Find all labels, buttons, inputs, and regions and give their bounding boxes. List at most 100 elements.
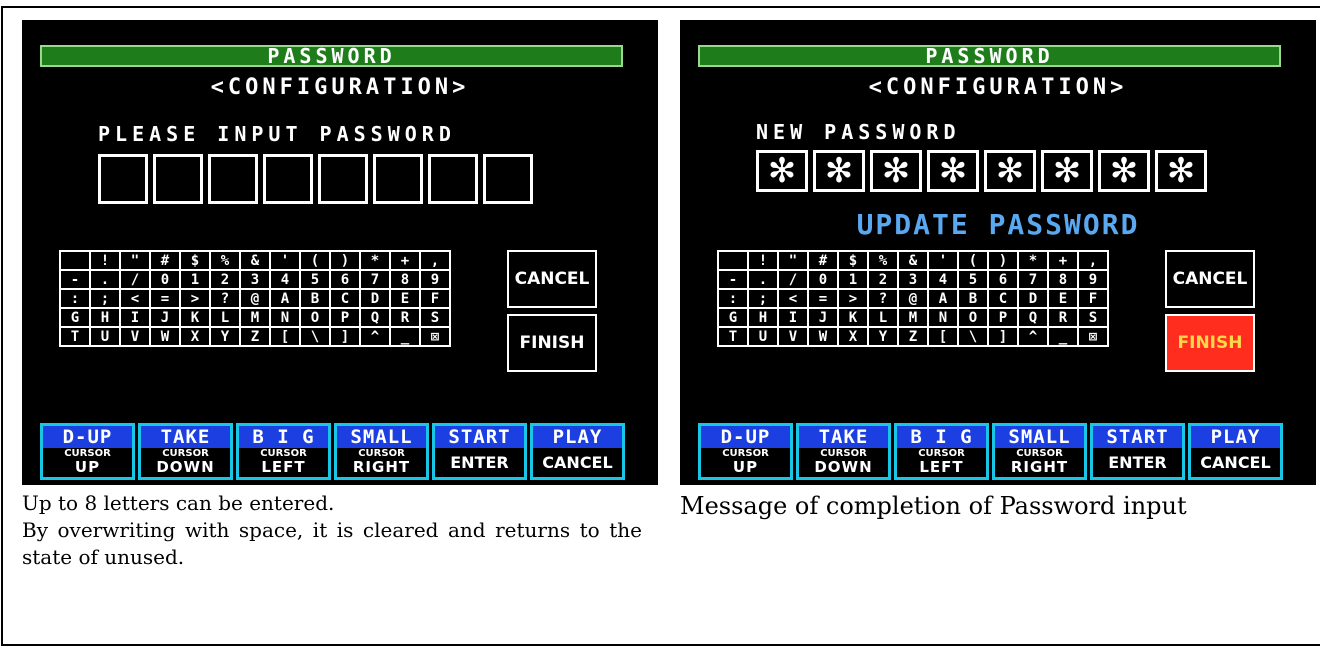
- function-key[interactable]: TAKE CURSOR DOWN: [138, 423, 233, 480]
- keyboard-key[interactable]: -: [717, 269, 749, 290]
- keyboard-key[interactable]: :: [59, 288, 91, 309]
- keyboard-key[interactable]: U: [89, 326, 121, 347]
- keyboard-key[interactable]: ⊠: [1077, 326, 1109, 347]
- keyboard-key[interactable]: .: [89, 269, 121, 290]
- keyboard-key[interactable]: X: [837, 326, 869, 347]
- function-key[interactable]: D-UP CURSOR UP: [40, 423, 135, 480]
- keyboard-key[interactable]: L: [867, 307, 899, 328]
- keyboard-key[interactable]: 9: [1077, 269, 1109, 290]
- function-key[interactable]: TAKE CURSOR DOWN: [796, 423, 891, 480]
- keyboard-key[interactable]: 7: [1017, 269, 1049, 290]
- keyboard-key[interactable]: ?: [209, 288, 241, 309]
- keyboard-key[interactable]: ⊠: [419, 326, 451, 347]
- keyboard-key[interactable]: >: [837, 288, 869, 309]
- keyboard-key[interactable]: _: [389, 326, 421, 347]
- keyboard-key[interactable]: *: [359, 250, 391, 271]
- keyboard-key[interactable]: 2: [209, 269, 241, 290]
- keyboard-key[interactable]: $: [837, 250, 869, 271]
- keyboard-key[interactable]: X: [179, 326, 211, 347]
- keyboard-key[interactable]: 7: [359, 269, 391, 290]
- keyboard-key[interactable]: :: [717, 288, 749, 309]
- keyboard-key[interactable]: G: [717, 307, 749, 328]
- keyboard-key[interactable]: S: [419, 307, 451, 328]
- keyboard-key[interactable]: !: [89, 250, 121, 271]
- keyboard-key[interactable]: _: [1047, 326, 1079, 347]
- keyboard-key[interactable]: *: [1017, 250, 1049, 271]
- keyboard-key[interactable]: ": [777, 250, 809, 271]
- function-key[interactable]: D-UP CURSOR UP: [698, 423, 793, 480]
- function-key[interactable]: START ENTER: [432, 423, 527, 480]
- keyboard-key[interactable]: H: [747, 307, 779, 328]
- keyboard-key[interactable]: P: [987, 307, 1019, 328]
- keyboard-key[interactable]: 5: [957, 269, 989, 290]
- keyboard-key[interactable]: 2: [867, 269, 899, 290]
- function-key[interactable]: B I G CURSOR LEFT: [894, 423, 989, 480]
- keyboard-key[interactable]: D: [1017, 288, 1049, 309]
- keyboard-key[interactable]: W: [807, 326, 839, 347]
- cancel-button[interactable]: CANCEL: [1165, 250, 1255, 308]
- keyboard-key[interactable]: V: [777, 326, 809, 347]
- keyboard-key[interactable]: H: [89, 307, 121, 328]
- keyboard-key[interactable]: ;: [89, 288, 121, 309]
- keyboard-key[interactable]: 5: [299, 269, 331, 290]
- keyboard-key[interactable]: 0: [807, 269, 839, 290]
- keyboard-key[interactable]: [: [927, 326, 959, 347]
- keyboard-key[interactable]: ': [927, 250, 959, 271]
- keyboard-key[interactable]: [717, 250, 749, 271]
- keyboard-key[interactable]: ]: [329, 326, 361, 347]
- keyboard-key[interactable]: Y: [867, 326, 899, 347]
- keyboard-key[interactable]: 9: [419, 269, 451, 290]
- keyboard-key[interactable]: I: [119, 307, 151, 328]
- keyboard-key[interactable]: ;: [747, 288, 779, 309]
- keyboard-key[interactable]: ,: [1077, 250, 1109, 271]
- keyboard-key[interactable]: W: [149, 326, 181, 347]
- keyboard-key[interactable]: 4: [269, 269, 301, 290]
- keyboard-key[interactable]: A: [269, 288, 301, 309]
- keyboard-key[interactable]: /: [777, 269, 809, 290]
- keyboard-key[interactable]: T: [59, 326, 91, 347]
- keyboard-key[interactable]: #: [807, 250, 839, 271]
- function-key[interactable]: START ENTER: [1090, 423, 1185, 480]
- keyboard-key[interactable]: C: [329, 288, 361, 309]
- keyboard-key[interactable]: =: [149, 288, 181, 309]
- keyboard-key[interactable]: 1: [179, 269, 211, 290]
- keyboard-key[interactable]: \: [299, 326, 331, 347]
- keyboard-key[interactable]: T: [717, 326, 749, 347]
- keyboard-key[interactable]: 3: [239, 269, 271, 290]
- keyboard-key[interactable]: @: [239, 288, 271, 309]
- function-key[interactable]: SMALL CURSOR RIGHT: [992, 423, 1087, 480]
- keyboard-key[interactable]: ": [119, 250, 151, 271]
- keyboard-key[interactable]: &: [239, 250, 271, 271]
- keyboard-key[interactable]: +: [389, 250, 421, 271]
- function-key[interactable]: B I G CURSOR LEFT: [236, 423, 331, 480]
- keyboard-key[interactable]: \: [957, 326, 989, 347]
- cancel-button[interactable]: CANCEL: [507, 250, 597, 308]
- keyboard-key[interactable]: M: [239, 307, 271, 328]
- keyboard-key[interactable]: 1: [837, 269, 869, 290]
- keyboard-key[interactable]: >: [179, 288, 211, 309]
- keyboard-key[interactable]: 3: [897, 269, 929, 290]
- keyboard-key[interactable]: =: [807, 288, 839, 309]
- keyboard-key[interactable]: ^: [1017, 326, 1049, 347]
- keyboard-key[interactable]: ,: [419, 250, 451, 271]
- finish-button[interactable]: FINISH: [1165, 314, 1255, 372]
- keyboard-key[interactable]: 4: [927, 269, 959, 290]
- keyboard-key[interactable]: #: [149, 250, 181, 271]
- keyboard-key[interactable]: V: [119, 326, 151, 347]
- character-keyboard[interactable]: ! " # $% & '() * +, -./0 1 2 3 4 5 6 7 8 9:; < = >? @ A B C D E F G H…: [717, 250, 1109, 347]
- keyboard-key[interactable]: J: [807, 307, 839, 328]
- function-key[interactable]: PLAY CANCEL: [530, 423, 625, 480]
- keyboard-key[interactable]: B: [957, 288, 989, 309]
- finish-button[interactable]: FINISH: [507, 314, 597, 372]
- keyboard-key[interactable]: ': [269, 250, 301, 271]
- keyboard-key[interactable]: 6: [987, 269, 1019, 290]
- keyboard-key[interactable]: 8: [1047, 269, 1079, 290]
- password-field[interactable]: [98, 154, 533, 204]
- keyboard-key[interactable]: K: [179, 307, 211, 328]
- keyboard-key[interactable]: 6: [329, 269, 361, 290]
- keyboard-key[interactable]: R: [1047, 307, 1079, 328]
- keyboard-key[interactable]: +: [1047, 250, 1079, 271]
- keyboard-key[interactable]: E: [389, 288, 421, 309]
- keyboard-key[interactable]: @: [897, 288, 929, 309]
- keyboard-key[interactable]: Q: [359, 307, 391, 328]
